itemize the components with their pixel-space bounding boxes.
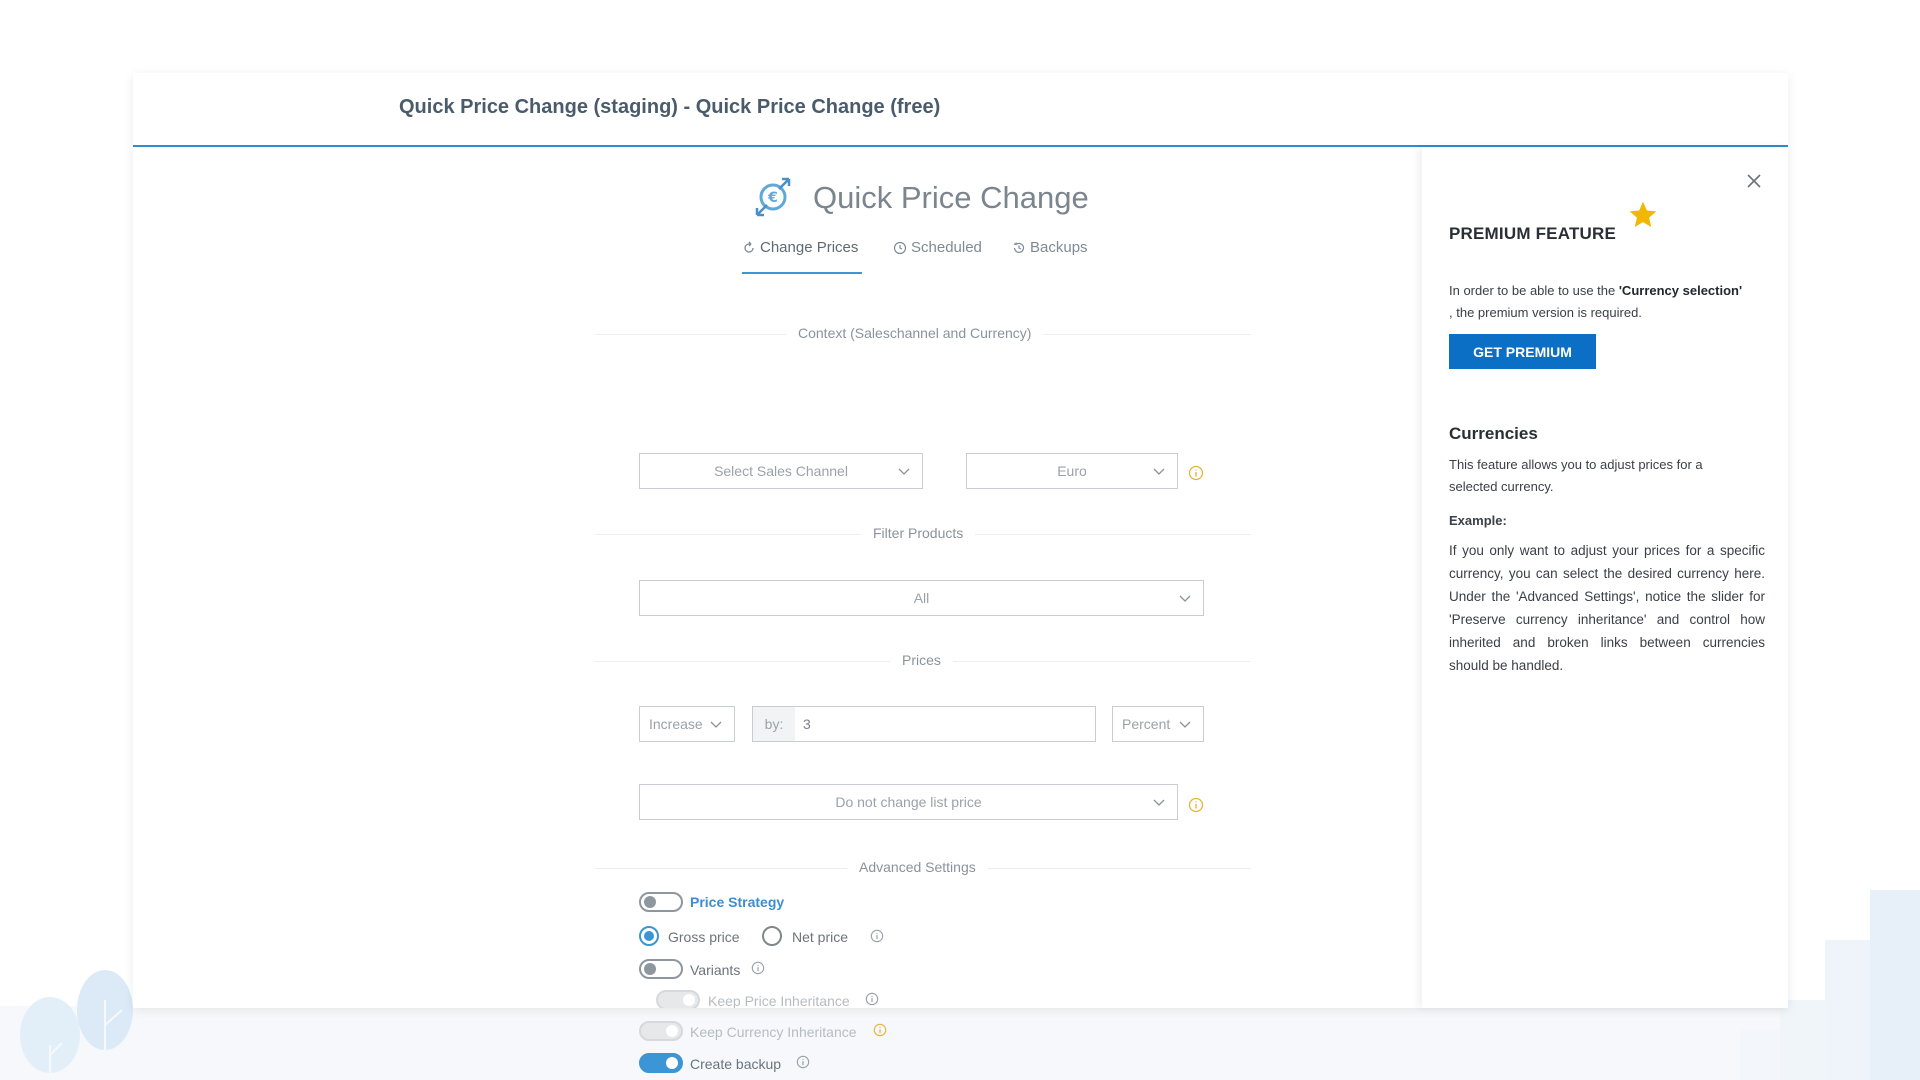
window-title: Quick Price Change (staging) - Quick Pri… [399,96,941,118]
price-direction-value: Increase [649,716,703,732]
info-icon[interactable] [796,1055,810,1069]
keep-price-inheritance-label: Keep Price Inheritance [708,993,850,1008]
premium-feature-panel: PREMIUM FEATURE In order to be able to u… [1422,147,1788,1008]
amount-prefix: by: [753,707,795,741]
chevron-down-icon [1153,468,1165,475]
net-price-radio[interactable] [762,926,782,946]
filter-value: All [913,590,930,606]
gross-price-radio[interactable] [639,926,659,946]
create-backup-label: Create backup [690,1056,782,1072]
chevron-down-icon [1153,799,1165,806]
price-strategy-toggle[interactable] [639,892,683,912]
close-icon[interactable] [1743,170,1765,192]
app-window: Quick Price Change (staging) - Quick Pri… [133,73,1788,1073]
create-backup-toggle[interactable] [639,1053,683,1073]
filter-products-select[interactable]: All [639,580,1204,616]
list-price-value: Do not change list price [835,794,982,810]
section-advanced-label: Advanced Settings [847,859,988,875]
clock-icon [893,241,907,254]
list-price-select[interactable]: Do not change list price [639,784,1178,820]
variants-toggle[interactable] [639,959,683,979]
keep-currency-inheritance-label: Keep Currency Inheritance [690,1024,857,1040]
tab-backups[interactable]: Backups [1012,239,1088,256]
info-icon[interactable] [751,961,765,975]
amount-value[interactable]: 3 [795,707,1095,741]
currencies-title: Currencies [1449,424,1538,443]
warning-info-icon[interactable] [1188,797,1204,813]
premium-feature-description: In order to be able to use the 'Currency… [1449,280,1769,324]
tab-label: Change Prices [760,239,859,256]
tab-label: Scheduled [911,239,982,256]
svg-text:€: € [767,190,778,206]
section-prices-label: Prices [890,652,953,668]
variants-label: Variants [690,962,741,978]
info-icon[interactable] [870,929,884,943]
tab-scheduled[interactable]: Scheduled [893,239,982,256]
window-header: Quick Price Change (staging) - Quick Pri… [133,73,1788,147]
currencies-description: This feature allows you to adjust prices… [1449,457,1703,494]
star-icon [1629,201,1657,227]
price-unit-select[interactable]: Percent [1112,706,1204,742]
price-direction-select[interactable]: Increase [639,706,735,742]
history-icon [1013,242,1025,253]
example-label: Example: [1449,513,1507,528]
chevron-down-icon [898,468,910,475]
net-price-label: Net price [792,929,849,945]
desc-suffix: , the premium version is required. [1449,305,1642,320]
active-tab-indicator [742,272,862,274]
gross-price-label: Gross price [668,929,740,945]
price-strategy-label[interactable]: Price Strategy [690,894,784,910]
keep-price-inheritance-toggle[interactable] [656,990,700,1008]
premium-feature-title: PREMIUM FEATURE [1449,224,1617,243]
keep-currency-inheritance-toggle[interactable] [639,1021,683,1041]
desc-prefix: In order to be able to use the [1449,283,1619,298]
info-icon[interactable] [865,992,879,1006]
tab-change-prices[interactable]: Change Prices [742,239,858,256]
warning-info-icon[interactable] [873,1023,887,1037]
section-context-label: Context (Saleschannel and Currency) [786,325,1044,341]
section-filter-label: Filter Products [861,525,976,541]
chevron-down-icon [1179,721,1191,728]
price-amount-input[interactable]: by: 3 [752,706,1096,742]
chevron-down-icon [710,721,722,728]
desc-feature: 'Currency selection' [1618,283,1743,298]
app-title: Quick Price Change [813,180,1089,215]
chevron-down-icon [1179,595,1191,602]
main-content: € Quick Price Change Change Prices Sched… [133,147,1422,1008]
sales-channel-placeholder: Select Sales Channel [714,463,848,479]
get-premium-button[interactable]: GET PREMIUM [1449,334,1596,369]
example-text: If you only want to adjust your prices f… [1449,543,1765,673]
price-unit-value: Percent [1122,716,1171,732]
warning-info-icon[interactable] [1188,465,1204,481]
refresh-icon [744,241,754,253]
currency-select[interactable]: Euro [966,453,1178,489]
price-change-logo-icon: € [755,177,791,217]
currency-value: Euro [1057,463,1087,479]
tab-label: Backups [1030,239,1088,256]
sales-channel-select[interactable]: Select Sales Channel [639,453,923,489]
